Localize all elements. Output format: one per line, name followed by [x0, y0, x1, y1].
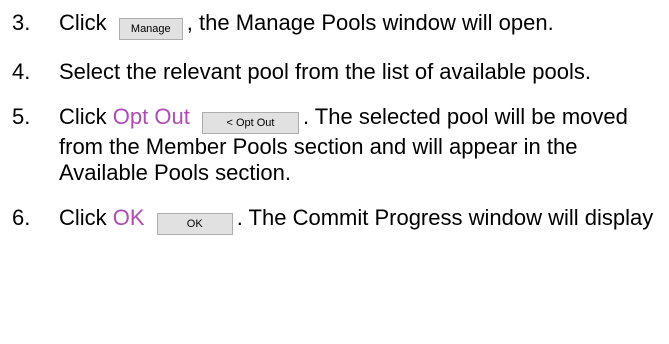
instruction-steps: 3. Click Manage, the Manage Pools window…	[12, 10, 662, 235]
step-6: 6. Click OK OK. The Commit Progress wind…	[12, 205, 662, 235]
opt-out-highlight: Opt Out	[112, 104, 190, 129]
step-number: 5.	[12, 104, 31, 129]
step-number: 6.	[12, 205, 31, 230]
step-text-before: Click	[59, 205, 107, 230]
step-text-before: Click	[59, 104, 107, 129]
step-text-before: Click	[59, 10, 107, 35]
step-4: 4. Select the relevant pool from the lis…	[12, 59, 662, 85]
ok-button-image: OK	[156, 213, 233, 235]
manage-button-image: Manage	[118, 18, 183, 40]
ok-highlight: OK	[112, 205, 145, 230]
step-number: 3.	[12, 10, 31, 35]
step-text: Select the relevant pool from the list o…	[59, 59, 591, 84]
step-text-after: . The Commit Progress window will displa…	[236, 205, 654, 230]
step-text-after: , the Manage Pools window will open.	[186, 10, 554, 35]
step-number: 4.	[12, 59, 31, 84]
step-5: 5. Click Opt Out < Opt Out. The selected…	[12, 104, 662, 186]
step-3: 3. Click Manage, the Manage Pools window…	[12, 10, 662, 40]
opt-out-button-image: < Opt Out	[201, 112, 299, 134]
